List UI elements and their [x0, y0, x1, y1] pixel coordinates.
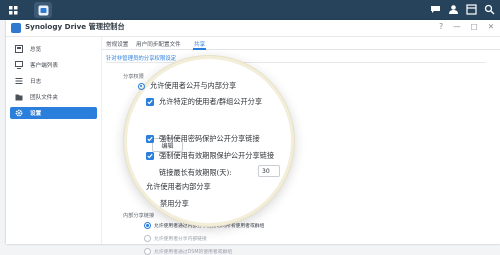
help-button[interactable]: ? — [439, 22, 443, 31]
team-folder-icon — [15, 93, 23, 101]
chat-icon[interactable] — [429, 3, 442, 16]
minimize-button[interactable]: — — [453, 22, 461, 31]
option-public-internal[interactable]: 允许使用者公开与内部分享 — [138, 81, 236, 91]
gear-icon — [15, 109, 23, 117]
internal-option-label: 允许使用者分享内部链接 — [154, 237, 207, 242]
option-label: 强制使用有效期限保护公开分享链接 — [159, 151, 275, 160]
option-label: 允许使用者公开与内部分享 — [150, 81, 237, 90]
max-days-label: 链接最长有效期限(天): — [159, 168, 232, 178]
sharing-permission-label: 分享权限 — [123, 74, 144, 80]
checkbox-checked[interactable] — [146, 135, 154, 143]
option-internal-only[interactable]: 允许使用者内部分享 — [146, 182, 211, 192]
taskbar-app-drive[interactable] — [34, 2, 52, 18]
max-days-text: 链接最长有效期限(天): — [159, 168, 232, 177]
drive-logo-icon — [11, 23, 21, 33]
sidebar-item-client-list[interactable]: 客户端列表 — [10, 59, 97, 71]
max-days-input[interactable]: 30 — [258, 165, 280, 177]
checkmark-icon — [147, 99, 153, 105]
user-icon[interactable] — [447, 3, 460, 16]
window-titlebar[interactable]: Synology Drive 管理控制台 ? — □ ✕ — [6, 20, 500, 37]
option-enforce-expiry[interactable]: 强制使用有效期限保护公开分享链接 — [146, 151, 274, 161]
sidebar-item-label: 客户端列表 — [30, 63, 58, 69]
tab-general[interactable]: 常规设置 — [106, 40, 128, 48]
window-title: Synology Drive 管理控制台 — [25, 22, 125, 31]
option-label: 强制使用密码保护公开分享链接 — [159, 134, 260, 143]
radio-selected[interactable] — [138, 82, 145, 90]
log-icon — [15, 77, 23, 85]
checkbox-checked[interactable] — [146, 152, 154, 160]
sidebar-item-label: 设置 — [30, 111, 42, 117]
sidebar-item-settings[interactable]: 设置 — [10, 107, 97, 119]
internal-link-label: 内部分享链接 — [123, 213, 155, 219]
section-subheading: 针对非管理员的分享权限设定 — [106, 56, 177, 62]
option-label: 禁用分享 — [160, 199, 189, 208]
option-disable-sharing[interactable]: 禁用分享 — [160, 199, 189, 209]
sidebar-item-label: 团队文件夹 — [30, 95, 58, 101]
overview-icon — [15, 45, 23, 53]
tab-user-sync-profile[interactable]: 用户同步配置文件 — [136, 40, 181, 48]
checkmark-icon — [147, 153, 153, 159]
checkbox-checked[interactable] — [146, 98, 154, 106]
taskbar-tray — [429, 3, 496, 16]
maximize-button[interactable]: □ — [471, 22, 478, 31]
settings-tabs: 常规设置 用户同步配置文件 共享 — [102, 37, 500, 50]
internal-option-radio[interactable] — [144, 222, 151, 229]
option-specific-groups[interactable]: 允许特定的使用者/群组公开分享 — [146, 97, 262, 107]
main-menu-button[interactable] — [4, 2, 22, 18]
taskbar — [0, 0, 500, 20]
sidebar-item-label: 日志 — [30, 79, 42, 85]
option-label: 允许使用者内部分享 — [146, 182, 211, 191]
grid-icon — [8, 5, 17, 14]
sidebar: 总览 客户端列表 日志 团队文件夹 设置 — [6, 37, 102, 244]
tab-sharing[interactable]: 共享 — [194, 40, 205, 48]
sidebar-item-log[interactable]: 日志 — [10, 75, 97, 87]
active-tab-indicator — [193, 48, 206, 50]
internal-option-radio[interactable] — [144, 235, 151, 242]
option-label: 允许特定的使用者/群组公开分享 — [159, 97, 263, 106]
sidebar-item-team-folder[interactable]: 团队文件夹 — [10, 91, 97, 103]
sidebar-item-label: 总览 — [30, 47, 42, 53]
checkmark-icon — [147, 136, 153, 142]
widgets-icon[interactable] — [465, 3, 478, 16]
search-icon[interactable] — [483, 3, 496, 16]
sidebar-item-overview[interactable]: 总览 — [10, 43, 97, 55]
close-button[interactable]: ✕ — [488, 22, 494, 31]
client-list-icon — [15, 61, 23, 69]
option-enforce-password[interactable]: 强制使用密码保护公开分享链接 — [146, 134, 260, 144]
synology-drive-app-icon — [38, 5, 48, 15]
divider — [106, 62, 486, 63]
